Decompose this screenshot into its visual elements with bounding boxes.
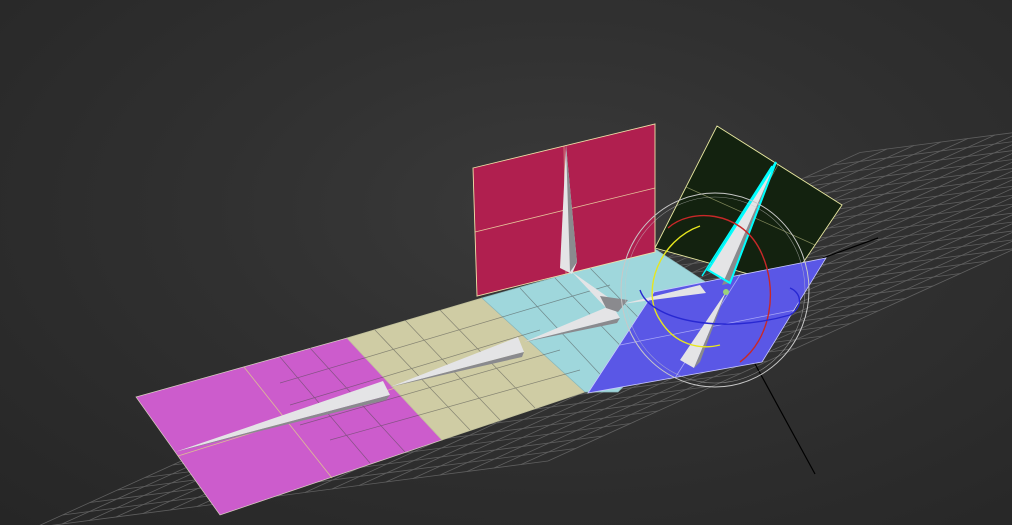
viewport-scene[interactable] bbox=[0, 0, 1012, 525]
grid-line bbox=[832, 141, 1012, 166]
grid-line bbox=[859, 132, 1012, 153]
rotate-gizmo-center bbox=[723, 289, 729, 295]
3d-viewport[interactable] bbox=[0, 0, 1012, 525]
